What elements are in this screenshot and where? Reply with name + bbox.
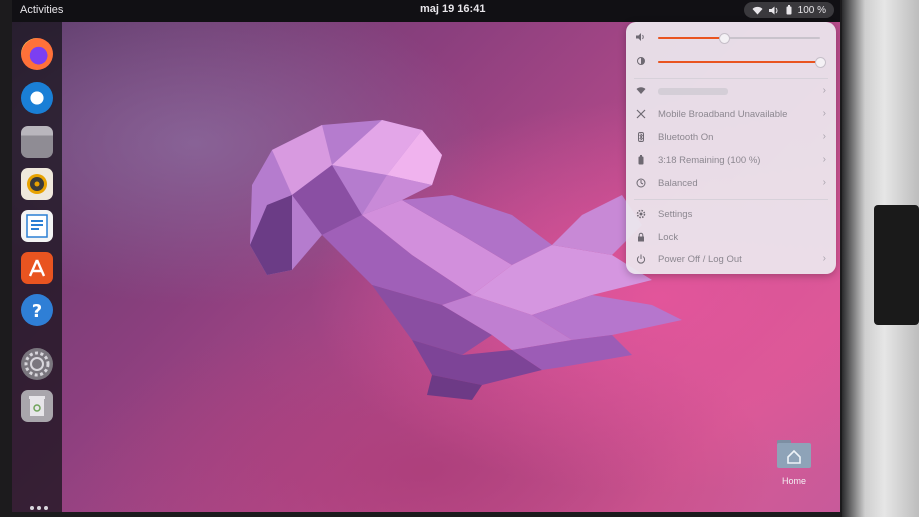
volume-icon <box>768 6 780 15</box>
thunderbird-icon[interactable] <box>21 82 53 114</box>
chevron-right-icon: › <box>822 253 826 264</box>
volume-icon <box>636 32 646 45</box>
brightness-slider[interactable] <box>636 56 826 68</box>
battery-icon <box>636 155 646 168</box>
wifi-icon <box>636 86 646 98</box>
trash-icon[interactable] <box>21 390 53 422</box>
rhythmbox-icon[interactable] <box>21 168 53 200</box>
home-label: Home <box>781 476 806 486</box>
power-mode-label: Balanced <box>658 178 698 189</box>
settings-label: Settings <box>658 209 693 220</box>
volume-slider[interactable] <box>636 32 826 44</box>
settings-icon[interactable] <box>21 348 53 380</box>
system-menu: › Mobile Broadband Unavailable › Bluetoo… <box>626 22 836 274</box>
power-mode-icon <box>636 178 646 191</box>
clock[interactable]: maj 19 16:41 <box>420 3 485 15</box>
top-bar: Activities maj 19 16:41 100 % <box>12 0 840 22</box>
apps-grid-icon[interactable] <box>30 506 50 512</box>
mobile-broadband-item[interactable]: Mobile Broadband Unavailable › <box>636 107 828 123</box>
lock-label: Lock <box>658 232 679 243</box>
bluetooth-label: Bluetooth On <box>658 132 714 143</box>
settings-item[interactable]: Settings <box>636 207 828 223</box>
writer-icon[interactable] <box>21 210 53 242</box>
battery-label: 3:18 Remaining (100 %) <box>658 155 761 166</box>
power-off-label: Power Off / Log Out <box>658 254 742 265</box>
files-icon[interactable] <box>21 126 53 158</box>
battery-item[interactable]: 3:18 Remaining (100 %) › <box>636 153 828 169</box>
mobile-broadband-icon <box>636 109 646 122</box>
bluetooth-item[interactable]: Bluetooth On › <box>636 130 828 146</box>
menu-separator <box>634 199 828 200</box>
wallpaper-jellyfish <box>250 120 682 400</box>
home-folder-icon <box>777 440 811 468</box>
power-mode-item[interactable]: Balanced › <box>636 176 828 192</box>
brightness-icon <box>636 56 646 69</box>
svg-text:?: ? <box>32 301 42 322</box>
battery-icon <box>786 5 792 15</box>
power-icon <box>636 254 646 267</box>
menu-separator <box>634 78 828 79</box>
chevron-right-icon: › <box>822 177 826 188</box>
mobile-broadband-label: Mobile Broadband Unavailable <box>658 109 788 120</box>
help-icon[interactable]: ? <box>21 294 53 326</box>
chevron-right-icon: › <box>822 131 826 142</box>
home-folder[interactable]: Home <box>772 437 816 486</box>
wifi-network-name-redacted <box>658 88 728 95</box>
power-off-item[interactable]: Power Off / Log Out › <box>636 252 828 268</box>
chevron-right-icon: › <box>822 154 826 165</box>
system-tray[interactable]: 100 % <box>743 2 834 18</box>
activities-button[interactable]: Activities <box>20 4 63 16</box>
software-icon[interactable] <box>21 252 53 284</box>
chevron-right-icon: › <box>822 85 826 96</box>
chevron-right-icon: › <box>822 108 826 119</box>
lock-item[interactable]: Lock <box>636 230 828 246</box>
desktop-screen: Activities maj 19 16:41 100 % ? › Mobile… <box>12 0 840 512</box>
dock: ? <box>12 22 62 512</box>
bluetooth-icon <box>636 132 646 145</box>
wifi-icon <box>752 6 763 15</box>
wifi-item[interactable]: › <box>636 84 828 100</box>
gear-icon <box>636 209 646 222</box>
firefox-icon[interactable] <box>21 38 53 70</box>
battery-percentage: 100 % <box>797 4 826 16</box>
monitor-bezel <box>842 0 919 517</box>
lock-icon <box>636 232 646 245</box>
